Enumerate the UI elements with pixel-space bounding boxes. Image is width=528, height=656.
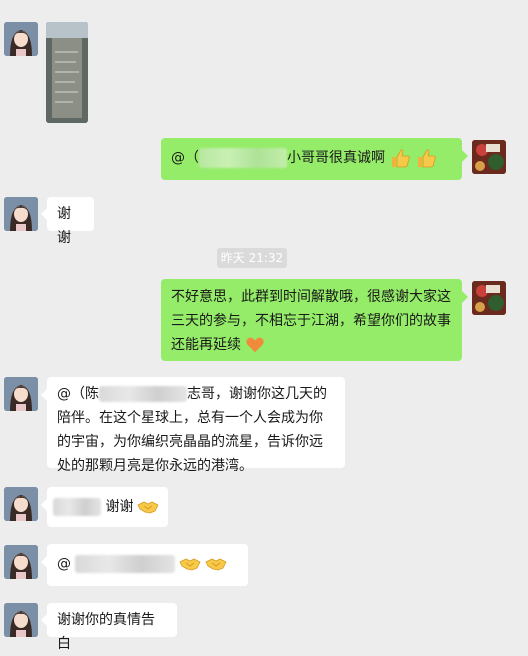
handshake-icon — [137, 501, 159, 514]
timestamp: 昨天 21:32 — [217, 248, 287, 268]
message-text: 谢谢 — [105, 499, 134, 515]
avatar-self[interactable] — [472, 281, 506, 315]
heart-icon — [246, 337, 264, 353]
message-bubble-received[interactable]: @ — [41, 544, 248, 586]
message-text: 不好意思，此群到时间解散哦，很感谢大家这三天的参与，不相忘于江湖，希望你们的故事… — [171, 289, 451, 353]
mention-prefix: @（ — [171, 150, 199, 166]
avatar-girl[interactable] — [4, 603, 38, 637]
redacted-name — [199, 148, 287, 168]
avatar-girl-icon — [4, 603, 38, 637]
message-text: 小哥哥很真诚啊 — [287, 150, 385, 166]
avatar-girl-icon — [4, 197, 38, 231]
avatar-self-icon — [472, 281, 506, 315]
photo-message[interactable] — [46, 22, 88, 123]
message-text: 伴。在这个星球上，总有一个人会成为你的宇宙，为你编织亮晶晶的流星，告诉你远处的那… — [57, 410, 323, 474]
mention-prefix: @（陈 — [57, 386, 99, 402]
avatar-girl[interactable] — [4, 487, 38, 521]
handshake-icon — [179, 558, 201, 571]
avatar-girl-icon — [4, 22, 38, 56]
redacted-name — [75, 555, 176, 573]
message-bubble-received[interactable]: 谢谢 — [41, 197, 94, 246]
handshake-icon — [205, 558, 227, 571]
mention-prefix: @ — [57, 556, 71, 572]
avatar-girl-icon — [4, 545, 38, 579]
avatar-girl[interactable] — [4, 197, 38, 231]
thumbs-up-icon — [418, 149, 436, 168]
message-bubble-sent[interactable]: 不好意思，此群到时间解散哦，很感谢大家这三天的参与，不相忘于江湖，希望你们的故事… — [161, 279, 468, 361]
redacted-name — [99, 386, 187, 402]
redacted-name — [53, 498, 101, 516]
avatar-girl[interactable] — [4, 545, 38, 579]
message-text: 谢谢 — [57, 206, 71, 246]
thumbs-up-icon — [392, 149, 410, 168]
avatar-girl[interactable] — [4, 377, 38, 411]
message-bubble-sent[interactable]: @（ 小哥哥很真诚啊 — [161, 138, 468, 180]
avatar-self[interactable] — [472, 140, 506, 174]
avatar-girl[interactable] — [4, 22, 38, 56]
message-bubble-received[interactable]: 谢谢你的真情告白 — [41, 603, 177, 652]
message-bubble-received[interactable]: 谢谢 — [41, 487, 168, 527]
avatar-self-icon — [472, 140, 506, 174]
message-bubble-received[interactable]: @（陈 志哥，谢谢你这几天的陪伴。在这个星球上，总有一个人会成为你的宇宙，为你编织… — [41, 377, 345, 474]
avatar-girl-icon — [4, 487, 38, 521]
avatar-girl-icon — [4, 377, 38, 411]
message-text: 谢谢你的真情告白 — [57, 612, 155, 652]
